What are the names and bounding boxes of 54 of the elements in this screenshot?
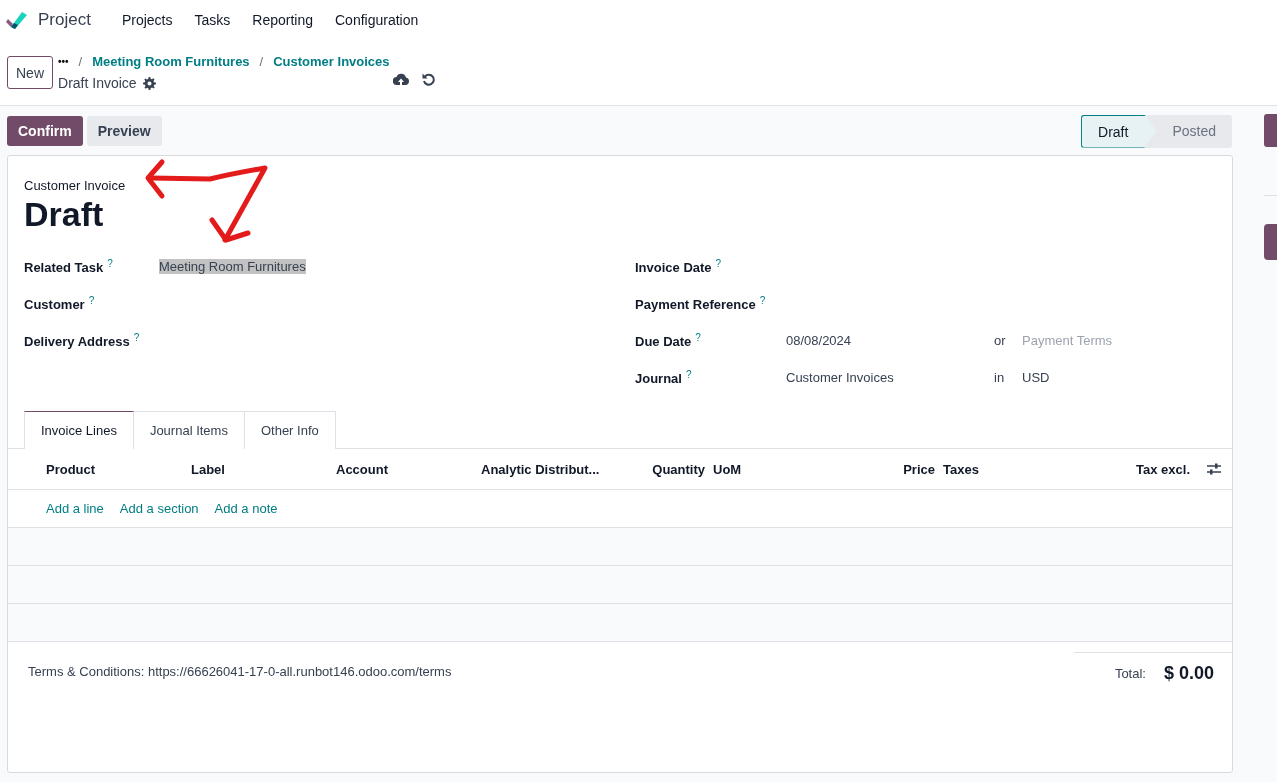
notebook-tab[interactable]: Other Info bbox=[244, 411, 336, 449]
column-header[interactable]: UoM bbox=[713, 461, 833, 477]
status-step[interactable]: Posted bbox=[1156, 114, 1232, 148]
field-label: Invoice Date $^{?}$ bbox=[635, 257, 723, 276]
field-label: Customer $^{?}$ bbox=[24, 294, 96, 313]
field-value[interactable]: 08/08/2024 bbox=[786, 333, 994, 348]
breadcrumb-separator: / bbox=[259, 54, 264, 69]
column-header[interactable]: Product bbox=[46, 461, 191, 477]
field-label: Delivery Address $^{?}$ bbox=[24, 331, 141, 350]
column-header[interactable]: Account bbox=[336, 461, 481, 477]
new-button[interactable]: New bbox=[7, 56, 53, 89]
joiner-text: or bbox=[994, 333, 1007, 348]
field-label: Related Task $^{?}$ bbox=[24, 257, 114, 276]
column-header[interactable]: Tax excl. bbox=[1053, 461, 1198, 477]
invoice-title: Draft bbox=[24, 195, 105, 234]
menu-item[interactable]: Configuration bbox=[324, 12, 430, 28]
add-link[interactable]: Add a line bbox=[46, 501, 104, 516]
undo-icon[interactable] bbox=[421, 72, 437, 88]
field-value[interactable]: Meeting Room Furnitures bbox=[159, 259, 306, 274]
app-name[interactable]: Project bbox=[38, 10, 91, 30]
menu-item[interactable]: Projects bbox=[110, 12, 184, 28]
app-logo-icon[interactable] bbox=[6, 10, 28, 30]
field-label: Payment Reference $^{?}$ bbox=[635, 294, 767, 313]
record-title: Draft Invoice bbox=[58, 75, 137, 91]
breadcrumb-separator: / bbox=[78, 54, 83, 69]
column-header[interactable]: Analytic Distribut... bbox=[481, 461, 641, 477]
cloud-upload-icon[interactable] bbox=[393, 72, 409, 88]
field-label: Due Date $^{?}$ bbox=[635, 331, 702, 350]
notebook-tab[interactable]: Invoice Lines bbox=[24, 411, 134, 449]
breadcrumb-link[interactable]: Meeting Room Furnitures bbox=[92, 54, 250, 69]
total-label: Total: bbox=[1114, 665, 1146, 681]
document-type-label: Customer Invoice bbox=[24, 178, 127, 193]
column-header[interactable]: Price bbox=[833, 461, 943, 477]
add-link[interactable]: Add a section bbox=[119, 501, 199, 516]
joiner-text: in bbox=[994, 370, 1006, 385]
breadcrumb-link[interactable]: Customer Invoices bbox=[273, 54, 390, 69]
sliders-icon[interactable] bbox=[1206, 461, 1222, 477]
field-label: Journal $^{?}$ bbox=[635, 368, 693, 387]
terms-text: Terms & Conditions: https://66626041-17-0-all.runbot146.odoo.com/terms bbox=[28, 664, 452, 681]
status-step[interactable]: Draft bbox=[1081, 114, 1157, 148]
add-link[interactable]: Add a note bbox=[214, 501, 278, 516]
notebook-tab[interactable]: Journal Items bbox=[133, 411, 245, 449]
breadcrumb-more[interactable]: ••• bbox=[58, 56, 69, 67]
menu-item[interactable]: Reporting bbox=[241, 12, 324, 28]
gear-icon[interactable] bbox=[142, 76, 156, 90]
preview-button[interactable]: Preview bbox=[86, 116, 162, 146]
menu-item[interactable]: Tasks bbox=[183, 12, 242, 28]
column-header[interactable]: Quantity bbox=[641, 461, 713, 477]
confirm-button[interactable]: Confirm bbox=[7, 116, 83, 146]
column-header[interactable]: Taxes bbox=[943, 461, 1053, 477]
column-header[interactable]: Label bbox=[191, 461, 336, 477]
currency-field[interactable]: USD bbox=[1022, 370, 1050, 385]
field-value[interactable]: Customer Invoices bbox=[786, 370, 994, 385]
total-amount: $ 0.00 bbox=[1163, 662, 1214, 684]
